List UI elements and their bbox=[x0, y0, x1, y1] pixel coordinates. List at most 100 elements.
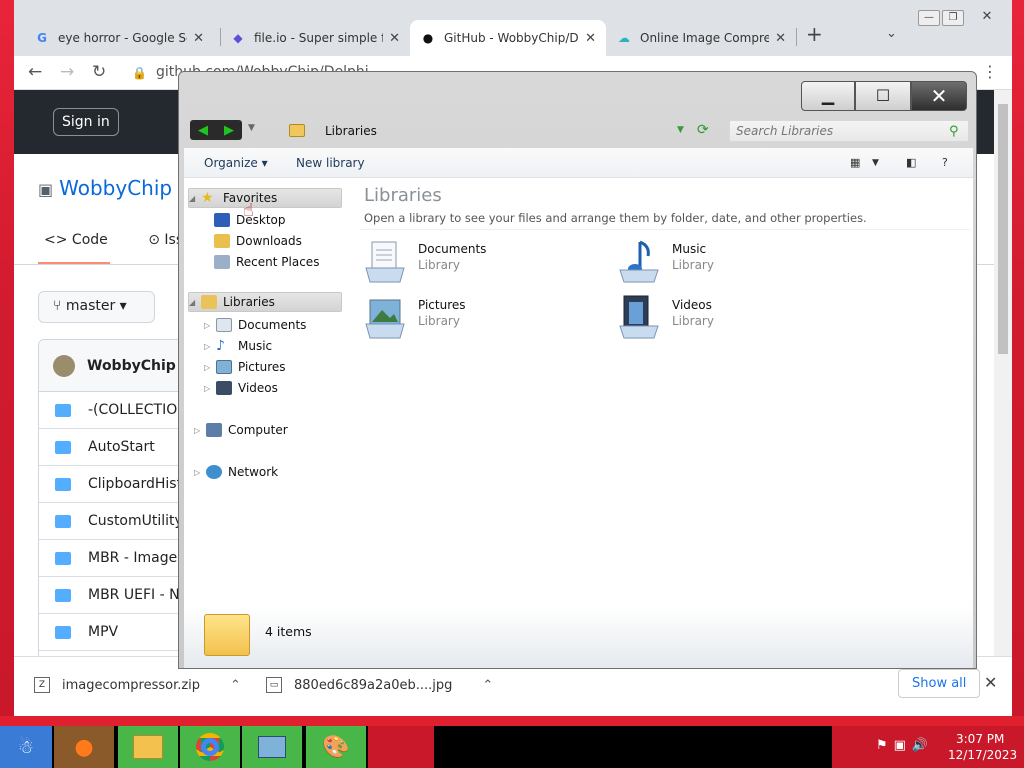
maximize-icon[interactable]: ❐ bbox=[942, 10, 964, 26]
view-icon[interactable]: ▦ bbox=[850, 156, 860, 169]
view-dropdown[interactable]: ▼ bbox=[872, 158, 879, 168]
google-icon: G bbox=[37, 31, 47, 45]
library-documents[interactable]: Documents Library bbox=[364, 238, 584, 286]
expand-arrow-icon[interactable]: ▷ bbox=[204, 384, 214, 393]
downloads-folder-icon bbox=[214, 234, 230, 248]
close-tab-icon[interactable]: ✕ bbox=[193, 31, 204, 46]
expand-arrow-icon[interactable]: ▷ bbox=[194, 426, 204, 435]
sign-in-button[interactable]: Sign in bbox=[53, 108, 119, 136]
clock-time[interactable]: 3:07 PM bbox=[956, 732, 1004, 746]
file-explorer-icon[interactable] bbox=[118, 726, 178, 768]
refresh-icon[interactable]: ⟳ bbox=[697, 122, 709, 138]
back-arrow-icon[interactable]: ◀ bbox=[198, 123, 208, 138]
tab-title: file.io - Super simple file bbox=[254, 31, 383, 45]
new-tab-button[interactable]: + bbox=[806, 22, 823, 46]
repo-title: ▣ WobbyChip / bbox=[38, 176, 185, 200]
videos-library-icon bbox=[619, 295, 659, 339]
clock-date[interactable]: 12/17/2023 bbox=[948, 748, 1017, 762]
help-icon[interactable]: ? bbox=[942, 156, 948, 169]
address-dropdown[interactable]: ▼ bbox=[677, 125, 684, 135]
close-tab-icon[interactable]: ✕ bbox=[585, 31, 596, 46]
documents-library-icon bbox=[365, 241, 405, 283]
scrollbar-thumb[interactable] bbox=[998, 104, 1008, 354]
tab-search-button[interactable]: ⌄ bbox=[886, 26, 897, 41]
download-item-jpg[interactable]: ▭ 880ed6c89a2a0eb....jpg ⌃ bbox=[266, 677, 493, 693]
photo-viewer-icon[interactable] bbox=[242, 726, 302, 768]
chevron-up-icon[interactable]: ⌃ bbox=[230, 678, 241, 693]
tab-google-search[interactable]: G eye horror - Google Sea ✕ bbox=[24, 20, 214, 56]
download-item-zip[interactable]: Z imagecompressor.zip ⌃ bbox=[34, 677, 241, 693]
nav-libraries[interactable]: ◢ Libraries bbox=[188, 292, 342, 312]
library-pictures[interactable]: Pictures Library bbox=[364, 294, 584, 342]
close-tab-icon[interactable]: ✕ bbox=[389, 31, 400, 46]
nav-computer[interactable]: ▷ Computer bbox=[194, 420, 288, 440]
minimize-icon[interactable]: — bbox=[918, 10, 940, 26]
details-pane: 4 items bbox=[184, 606, 973, 668]
network-icon bbox=[206, 465, 222, 479]
expand-arrow-icon[interactable]: ▷ bbox=[194, 468, 204, 477]
new-library-button[interactable]: New library bbox=[296, 156, 365, 170]
search-input[interactable] bbox=[729, 120, 969, 142]
chevron-up-icon[interactable]: ⌃ bbox=[482, 678, 493, 693]
address-breadcrumb[interactable]: Libraries bbox=[325, 124, 377, 138]
recent-pages-dropdown[interactable]: ▼ bbox=[248, 123, 255, 133]
collapse-arrow-icon[interactable]: ◢ bbox=[189, 194, 199, 203]
branch-icon: ⑂ bbox=[53, 298, 66, 314]
tray-icons[interactable]: ⚑▣🔊 bbox=[876, 738, 934, 753]
taskbar-item[interactable] bbox=[368, 726, 434, 768]
minimize-button[interactable]: ▁ bbox=[801, 81, 855, 111]
forward-arrow-icon[interactable]: ▶ bbox=[224, 123, 234, 138]
nav-videos[interactable]: ▷ Videos bbox=[204, 378, 278, 398]
lock-icon[interactable]: 🔒 bbox=[132, 66, 147, 80]
forward-arrow-icon[interactable]: → bbox=[60, 62, 74, 82]
close-icon[interactable]: ✕ bbox=[976, 10, 998, 26]
nav-favorites[interactable]: ◢ ★ Favorites bbox=[188, 188, 342, 208]
folder-icon bbox=[55, 551, 71, 565]
paint-icon[interactable]: 🎨 bbox=[306, 726, 366, 768]
search-icon[interactable]: ⚲ bbox=[949, 124, 959, 139]
music-library-icon bbox=[619, 240, 659, 283]
nav-recent-places[interactable]: Recent Places bbox=[214, 252, 319, 272]
explorer-body: Organize ▾ New library ▦ ▼ ◧ ? ◢ ★ Favor… bbox=[184, 148, 973, 668]
close-button[interactable]: ✕ bbox=[911, 81, 967, 111]
reload-icon[interactable]: ↻ bbox=[92, 62, 106, 82]
branch-selector[interactable]: ⑂ master ▾ bbox=[38, 291, 155, 323]
nav-network[interactable]: ▷ Network bbox=[194, 462, 278, 482]
close-tab-icon[interactable]: ✕ bbox=[775, 31, 786, 46]
avatar[interactable] bbox=[53, 354, 75, 377]
tab-image-compressor[interactable]: ☁ Online Image Compress ✕ bbox=[606, 20, 796, 56]
close-icon[interactable]: ✕ bbox=[984, 673, 997, 692]
nav-music[interactable]: ▷ ♪ Music bbox=[204, 336, 272, 356]
tab-file-io[interactable]: ◆ file.io - Super simple file ✕ bbox=[220, 20, 410, 56]
repo-owner-link[interactable]: WobbyChip / bbox=[59, 176, 185, 200]
taskbar: ☃ ● 🎨 ⚑▣🔊 3:07 PM 12/17/2023 bbox=[0, 726, 1024, 768]
computer-icon bbox=[206, 423, 222, 437]
zip-file-icon: Z bbox=[34, 677, 50, 693]
kebab-menu-icon[interactable]: ⋮ bbox=[982, 62, 998, 81]
maximize-button[interactable]: ☐ bbox=[855, 81, 911, 111]
folder-icon bbox=[55, 588, 71, 602]
library-music[interactable]: Music Library bbox=[618, 238, 838, 286]
tab-title: Online Image Compress bbox=[640, 31, 770, 45]
expand-arrow-icon[interactable]: ▷ bbox=[204, 363, 214, 372]
libraries-icon bbox=[201, 295, 217, 309]
collapse-arrow-icon[interactable]: ◢ bbox=[189, 298, 199, 307]
chrome-icon[interactable] bbox=[180, 726, 240, 768]
hand-cursor-icon: ☝ bbox=[243, 200, 254, 221]
music-note-icon: ♪ bbox=[216, 338, 225, 354]
nav-documents[interactable]: ▷ Documents bbox=[204, 315, 306, 335]
nav-downloads[interactable]: Downloads bbox=[214, 231, 302, 251]
tab-code[interactable]: <> Code bbox=[44, 232, 126, 248]
organize-button[interactable]: Organize ▾ bbox=[204, 156, 268, 170]
expand-arrow-icon[interactable]: ▷ bbox=[204, 342, 214, 351]
expand-arrow-icon[interactable]: ▷ bbox=[204, 321, 214, 330]
nav-pictures[interactable]: ▷ Pictures bbox=[204, 357, 286, 377]
firefox-icon[interactable]: ● bbox=[54, 726, 114, 768]
show-all-button[interactable]: Show all bbox=[898, 669, 981, 698]
back-arrow-icon[interactable]: ← bbox=[28, 62, 42, 82]
start-button[interactable]: ☃ bbox=[0, 726, 52, 768]
tab-github[interactable]: ● GitHub - WobbyChip/D ✕ bbox=[410, 20, 606, 56]
library-videos[interactable]: Videos Library bbox=[618, 294, 838, 342]
preview-pane-icon[interactable]: ◧ bbox=[906, 156, 916, 169]
pictures-icon bbox=[216, 360, 232, 374]
